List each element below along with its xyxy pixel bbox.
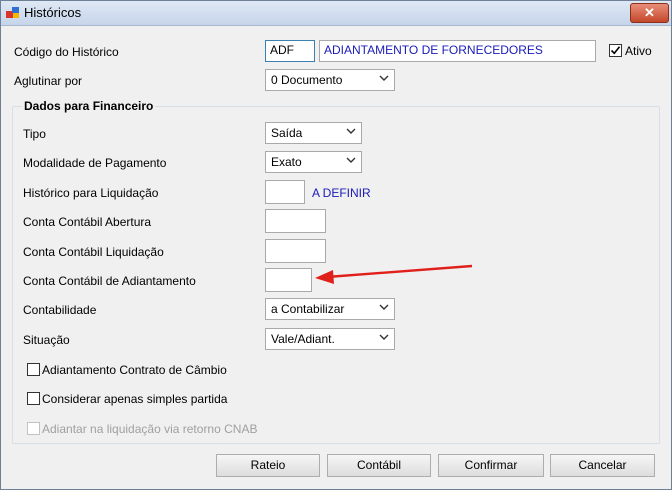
historicos-window: Históricos ✕ Código do Histórico ADF ADI… (0, 0, 672, 490)
annotation-arrow (315, 264, 473, 284)
title-bar: Históricos ✕ (1, 1, 671, 26)
close-button[interactable]: ✕ (630, 3, 669, 23)
app-icon (6, 6, 20, 19)
form-client-area: Código do Histórico ADF ADIANTAMENTO DE … (1, 26, 671, 489)
window-title: Históricos (24, 5, 82, 20)
